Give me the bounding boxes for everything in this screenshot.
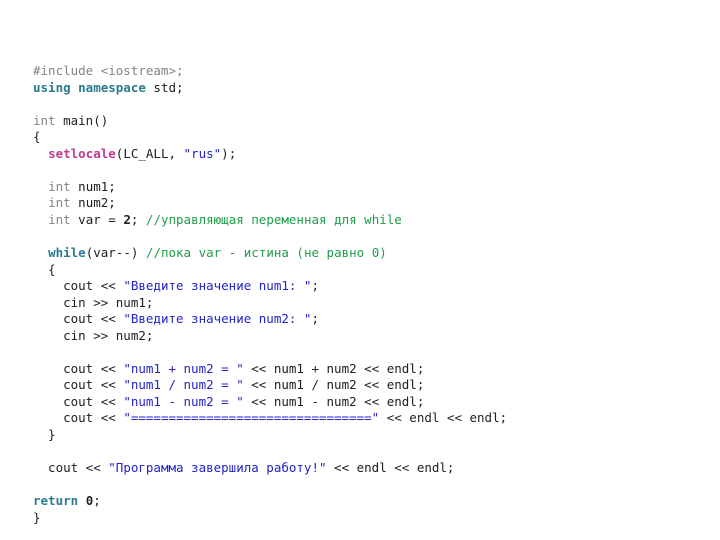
- code-line: cout << "num1 + num2 = " << num1 + num2 …: [33, 361, 507, 378]
- code-token: (LC_ALL,: [115, 145, 184, 161]
- code-token: //управляющая переменная для while: [145, 211, 402, 227]
- code-token: cin >> num2;: [33, 327, 154, 343]
- code-token: << num1 + num2 << endl;: [243, 360, 425, 376]
- code-token: var =: [70, 211, 124, 227]
- code-line: #include <iostream>;: [33, 63, 507, 80]
- code-line: using namespace std;: [33, 80, 507, 97]
- code-token: cout <<: [33, 360, 124, 376]
- code-token: int: [33, 112, 56, 128]
- code-token: setlocale: [48, 145, 116, 161]
- code-line: cin >> num1;: [33, 295, 507, 312]
- code-line: cout << "===============================…: [33, 410, 507, 427]
- code-token: ;: [130, 211, 146, 227]
- code-token: }: [33, 427, 56, 443]
- code-token: std;: [145, 79, 184, 95]
- code-token: while: [48, 245, 86, 261]
- code-line: int num2;: [33, 195, 507, 212]
- code-line: int var = 2; //управляющая переменная дл…: [33, 212, 507, 229]
- code-line: int main(): [33, 113, 507, 130]
- code-line: int num1;: [33, 179, 507, 196]
- code-line: return 0;: [33, 493, 507, 510]
- code-token: int: [48, 195, 71, 211]
- code-token: "rus": [183, 145, 222, 161]
- code-token: main(): [55, 112, 109, 128]
- code-line: cout << "num1 / num2 = " << num1 / num2 …: [33, 377, 507, 394]
- code-token: (var--): [85, 245, 146, 261]
- code-token: cout <<: [33, 410, 124, 426]
- code-token: }: [33, 509, 41, 525]
- code-token: cout <<: [33, 377, 124, 393]
- code-token: cin >> num1;: [33, 294, 154, 310]
- code-line: {: [33, 129, 507, 146]
- code-token: );: [221, 145, 237, 161]
- code-line: while(var--) //пока var - истина (не рав…: [33, 245, 507, 262]
- code-token: num1;: [70, 178, 116, 194]
- code-line: {: [33, 262, 507, 279]
- code-token: int: [48, 178, 71, 194]
- code-token: "================================": [123, 410, 380, 426]
- code-token: << endl << endl;: [326, 460, 455, 476]
- code-line: cout << "Введите значение num1: ";: [33, 278, 507, 295]
- code-line: }: [33, 427, 507, 444]
- code-token: num2;: [70, 195, 116, 211]
- code-token: "Введите значение num1: ": [123, 278, 312, 294]
- code-token: "num1 - num2 = ": [123, 393, 244, 409]
- code-token: ;: [311, 311, 319, 327]
- code-token: "Введите значение num2: ": [123, 311, 312, 327]
- code-token: #include <iostream>;: [33, 63, 184, 78]
- code-token: return: [33, 493, 79, 509]
- code-token: "num1 / num2 = ": [123, 377, 244, 393]
- code-token: << num1 / num2 << endl;: [243, 377, 425, 393]
- code-token: using namespace: [33, 79, 146, 95]
- code-token: cout <<: [33, 311, 124, 327]
- code-line: cout << "Введите значение num2: ";: [33, 311, 507, 328]
- code-token: << endl << endl;: [379, 410, 508, 426]
- code-token: "Программа завершила работу!": [108, 460, 327, 476]
- code-listing[interactable]: #include <iostream>; using namespace std;…: [33, 63, 507, 526]
- code-token: "num1 + num2 = ": [123, 360, 244, 376]
- code-token: //пока var - истина (не равно 0): [145, 245, 387, 261]
- code-token: cout <<: [33, 460, 109, 476]
- code-token: 2: [123, 211, 131, 227]
- code-line: cout << "num1 - num2 = " << num1 - num2 …: [33, 394, 507, 411]
- code-line: cout << "Программа завершила работу!" <<…: [33, 460, 507, 477]
- code-token: int: [48, 211, 71, 227]
- code-token: cout <<: [33, 278, 124, 294]
- code-token: ;: [93, 493, 101, 509]
- code-token: {: [33, 129, 41, 145]
- code-token: {: [33, 261, 56, 277]
- code-line: cin >> num2;: [33, 328, 507, 345]
- code-token: ;: [311, 278, 319, 294]
- code-line: setlocale(LC_ALL, "rus");: [33, 146, 507, 163]
- code-token: cout <<: [33, 393, 124, 409]
- code-token: << num1 - num2 << endl;: [243, 393, 425, 409]
- code-line: }: [33, 510, 507, 527]
